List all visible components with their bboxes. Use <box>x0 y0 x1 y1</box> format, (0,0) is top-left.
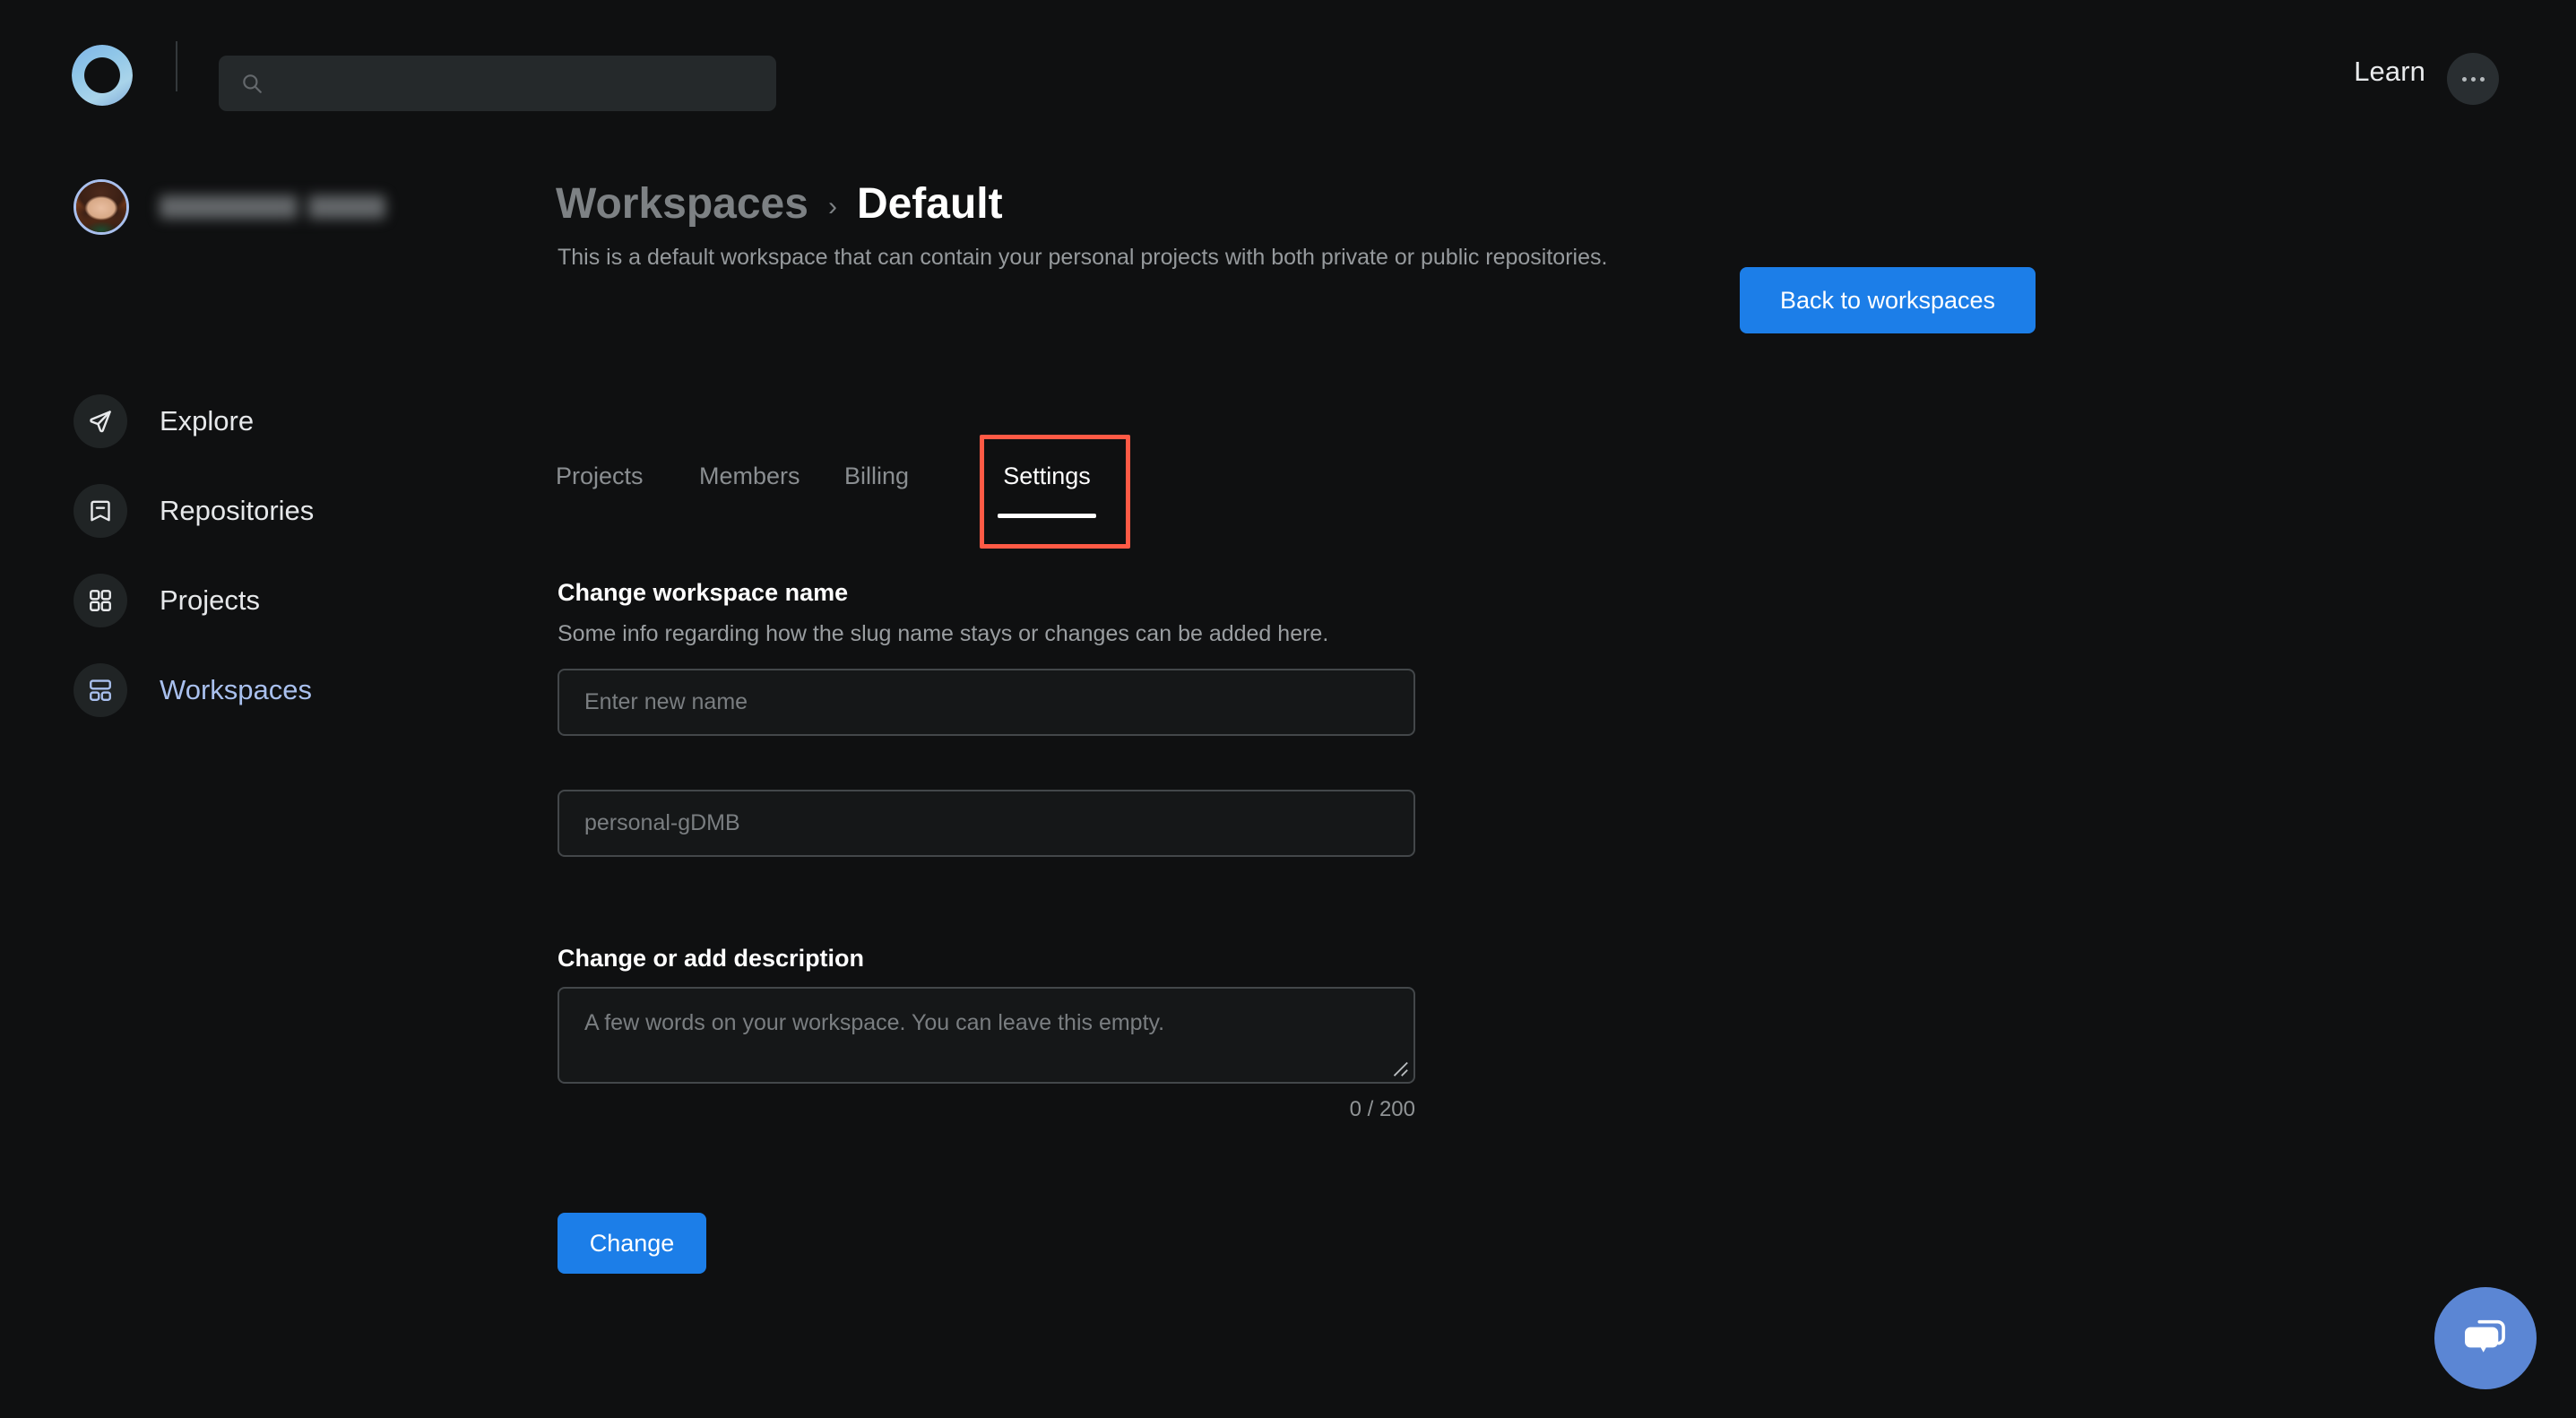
chat-support-button[interactable] <box>2434 1287 2537 1389</box>
tab-projects[interactable]: Projects <box>556 450 699 490</box>
sidebar-item-repositories[interactable]: Repositories <box>73 466 486 556</box>
workspace-description: This is a default workspace that can con… <box>558 245 1608 270</box>
tab-bar: Projects Members Billing Settings <box>556 450 1122 518</box>
sidebar-item-projects[interactable]: Projects <box>73 556 486 645</box>
send-icon <box>73 394 127 448</box>
breadcrumb: Workspaces › Default <box>556 179 1003 229</box>
tab-members[interactable]: Members <box>699 450 844 490</box>
tab-settings-label: Settings <box>1003 463 1091 489</box>
tab-billing[interactable]: Billing <box>844 450 972 490</box>
top-bar: Learn <box>0 0 2576 111</box>
ellipsis-icon <box>2461 76 2485 82</box>
search-input[interactable] <box>264 70 776 97</box>
breadcrumb-root[interactable]: Workspaces <box>556 179 808 229</box>
search-icon <box>243 74 262 93</box>
profile-block[interactable] <box>73 179 385 235</box>
app-logo[interactable] <box>72 45 133 106</box>
page-title: Default <box>856 180 1003 228</box>
learn-link[interactable]: Learn <box>2354 56 2425 88</box>
main-content: Workspaces › Default This is a default w… <box>556 99 2576 1418</box>
sidebar-nav: Explore Repositories Projects Workspaces <box>73 376 486 735</box>
avatar-photo <box>76 182 126 232</box>
change-name-subtext: Some info regarding how the slug name st… <box>558 621 1329 646</box>
sidebar-item-workspaces[interactable]: Workspaces <box>73 645 486 735</box>
tab-settings[interactable]: Settings <box>972 450 1122 518</box>
sidebar-item-label: Repositories <box>160 495 315 526</box>
grid-squares-icon <box>73 574 127 627</box>
new-name-input[interactable] <box>558 669 1415 736</box>
sidebar-item-label: Projects <box>160 584 260 616</box>
workspace-slug-input[interactable] <box>558 790 1415 857</box>
topbar-divider <box>176 41 177 91</box>
more-options-button[interactable] <box>2447 53 2499 105</box>
sidebar-item-label: Workspaces <box>160 674 312 705</box>
sidebar-item-label: Explore <box>160 405 255 437</box>
layout-panels-icon <box>73 663 127 717</box>
profile-name-redacted <box>160 195 385 219</box>
tab-active-underline <box>998 514 1096 518</box>
chat-bubbles-icon <box>2465 1319 2505 1353</box>
back-to-workspaces-button[interactable]: Back to workspaces <box>1740 267 2036 333</box>
sidebar-item-explore[interactable]: Explore <box>73 376 486 466</box>
character-counter: 0 / 200 <box>1349 1097 1415 1121</box>
bookmark-minus-icon <box>73 484 127 538</box>
sidebar: Explore Repositories Projects Workspaces <box>0 99 556 1418</box>
change-submit-button[interactable]: Change <box>558 1213 706 1274</box>
change-description-heading: Change or add description <box>558 945 865 972</box>
description-textarea[interactable] <box>558 987 1415 1084</box>
workspace-settings-page: Learn Explore Repositories Projects Work… <box>0 0 2576 1418</box>
avatar <box>73 179 129 235</box>
change-name-heading: Change workspace name <box>558 579 849 606</box>
breadcrumb-separator: › <box>827 192 837 221</box>
ring-logo-icon <box>72 45 133 106</box>
